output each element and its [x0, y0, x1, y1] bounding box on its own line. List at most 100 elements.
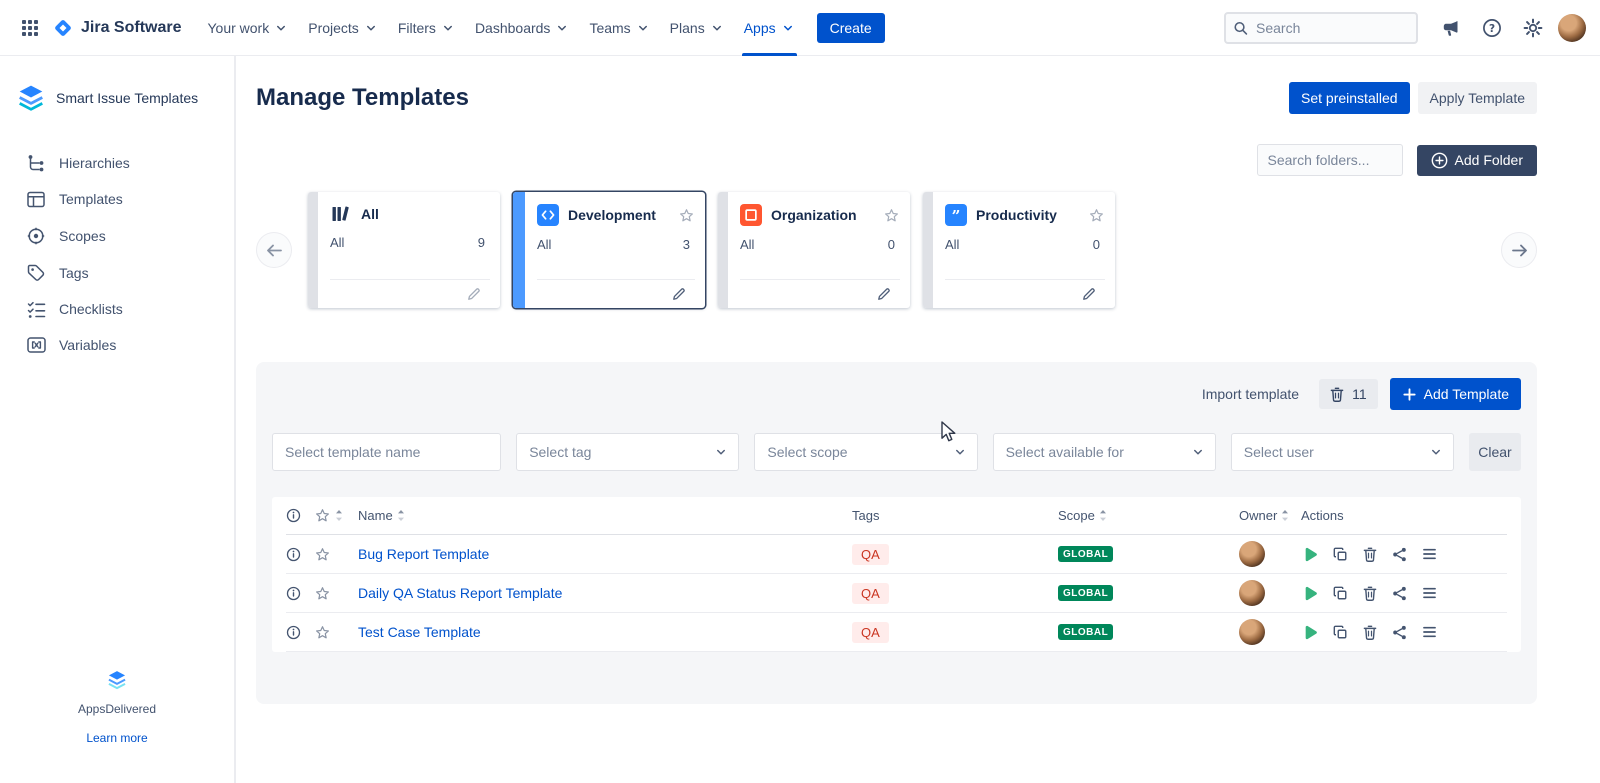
import-template-link[interactable]: Import template: [1202, 386, 1299, 402]
share-template-icon[interactable]: [1392, 625, 1407, 640]
nav-item-teams[interactable]: Teams: [579, 0, 659, 56]
scope-column-header[interactable]: Scope: [1058, 508, 1239, 523]
sidebar-item-templates[interactable]: Templates: [0, 181, 234, 217]
folder-card-organization[interactable]: OrganizationAll0: [718, 192, 910, 308]
favorite-star-icon[interactable]: [1088, 207, 1105, 224]
app-name: Jira Software: [81, 19, 181, 37]
run-template-icon[interactable]: [1301, 585, 1318, 602]
folder-card-productivity[interactable]: ”ProductivityAll0: [923, 192, 1115, 308]
app-switcher-icon[interactable]: [14, 12, 46, 44]
info-icon[interactable]: [286, 586, 301, 601]
nav-item-apps[interactable]: Apps: [734, 0, 805, 56]
filter-select-user[interactable]: Select user: [1231, 433, 1454, 471]
nav-item-plans[interactable]: Plans: [660, 0, 734, 56]
name-column-header[interactable]: Name: [358, 508, 852, 523]
sidebar-item-scopes[interactable]: Scopes: [0, 217, 234, 254]
favorite-star-icon[interactable]: [314, 546, 331, 563]
share-template-icon[interactable]: [1392, 547, 1407, 562]
user-avatar[interactable]: [1558, 14, 1586, 42]
favorite-column-header[interactable]: [314, 507, 358, 524]
filter-select-scope[interactable]: Select scope: [754, 433, 977, 471]
clear-filters-button[interactable]: Clear: [1469, 433, 1521, 471]
template-name-link[interactable]: Daily QA Status Report Template: [358, 585, 562, 601]
delete-template-icon[interactable]: [1363, 547, 1377, 562]
nav-item-projects[interactable]: Projects: [298, 0, 388, 56]
share-template-icon[interactable]: [1392, 586, 1407, 601]
template-name-link[interactable]: Bug Report Template: [358, 546, 489, 562]
chevron-down-icon: [364, 21, 378, 35]
scope-badge: GLOBAL: [1058, 546, 1113, 562]
folder-search-input[interactable]: [1257, 144, 1403, 176]
trash-bin-button[interactable]: 11: [1319, 379, 1378, 409]
announcements-icon[interactable]: [1435, 12, 1467, 44]
template-name-link[interactable]: Test Case Template: [358, 624, 481, 640]
nav-item-filters[interactable]: Filters: [388, 0, 465, 56]
edit-folder-icon[interactable]: [1082, 287, 1096, 301]
folder-card-development[interactable]: DevelopmentAll3: [513, 192, 705, 308]
owner-column-header[interactable]: Owner: [1239, 508, 1301, 523]
carousel-next-button[interactable]: [1501, 232, 1537, 268]
sidebar-item-checklists[interactable]: Checklists: [0, 291, 234, 327]
books-icon: [330, 204, 352, 224]
delete-template-icon[interactable]: [1363, 625, 1377, 640]
quote-icon: ”: [945, 204, 967, 226]
sidebar-item-tags[interactable]: Tags: [0, 254, 234, 291]
nav-item-your-work[interactable]: Your work: [197, 0, 298, 56]
favorite-star-icon[interactable]: [314, 624, 331, 641]
carousel-prev-button[interactable]: [256, 232, 292, 268]
copy-template-icon[interactable]: [1333, 625, 1348, 640]
smart-issue-templates-logo-icon: [16, 84, 46, 112]
tag-badge[interactable]: QA: [852, 622, 889, 643]
folder-accent-bar: [718, 192, 728, 308]
sidebar-item-variables[interactable]: Variables: [0, 327, 234, 362]
owner-avatar[interactable]: [1239, 541, 1265, 567]
add-template-button[interactable]: Add Template: [1390, 378, 1521, 410]
tag-badge[interactable]: QA: [852, 583, 889, 604]
folder-name: Development: [568, 207, 669, 223]
nav-item-label: Apps: [744, 20, 776, 36]
info-icon[interactable]: [286, 547, 301, 562]
filter-template-name-input[interactable]: [272, 433, 501, 471]
tag-badge[interactable]: QA: [852, 544, 889, 565]
edit-folder-icon[interactable]: [877, 287, 891, 301]
add-folder-button[interactable]: Add Folder: [1417, 145, 1537, 176]
chevron-down-icon: [781, 21, 795, 35]
nav-item-label: Teams: [589, 20, 630, 36]
nav-item-dashboards[interactable]: Dashboards: [465, 0, 580, 56]
favorite-star-icon[interactable]: [314, 585, 331, 602]
filter-select-available-for[interactable]: Select available for: [993, 433, 1216, 471]
sidebar-item-hierarchies[interactable]: Hierarchies: [0, 144, 234, 181]
delete-template-icon[interactable]: [1363, 586, 1377, 601]
copy-template-icon[interactable]: [1333, 586, 1348, 601]
edit-folder-icon[interactable]: [467, 287, 481, 301]
app-home-link[interactable]: Smart Issue Templates: [0, 56, 234, 144]
owner-avatar[interactable]: [1239, 580, 1265, 606]
settings-gear-icon[interactable]: [1517, 12, 1549, 44]
create-button[interactable]: Create: [817, 13, 885, 43]
edit-folder-icon[interactable]: [672, 287, 686, 301]
more-actions-icon[interactable]: [1422, 587, 1437, 599]
help-icon[interactable]: ?: [1476, 12, 1508, 44]
favorite-star-icon[interactable]: [678, 207, 695, 224]
sort-icon: [1099, 509, 1107, 522]
apply-template-button[interactable]: Apply Template: [1418, 82, 1537, 114]
chevron-down-icon: [555, 21, 569, 35]
more-actions-icon[interactable]: [1422, 548, 1437, 560]
search-icon: [1233, 20, 1248, 35]
chevron-down-icon: [714, 445, 728, 459]
global-search-input[interactable]: [1224, 12, 1418, 44]
filter-select-tag[interactable]: Select tag: [516, 433, 739, 471]
set-preinstalled-button[interactable]: Set preinstalled: [1289, 82, 1410, 114]
run-template-icon[interactable]: [1301, 624, 1318, 641]
jira-logo[interactable]: Jira Software: [52, 17, 181, 39]
copy-template-icon[interactable]: [1333, 547, 1348, 562]
info-icon[interactable]: [286, 625, 301, 640]
favorite-star-icon[interactable]: [883, 207, 900, 224]
learn-more-link[interactable]: Learn more: [86, 731, 147, 745]
sort-icon: [397, 509, 405, 522]
sort-icon: [335, 509, 343, 522]
folder-card-all[interactable]: AllAll9: [308, 192, 500, 308]
owner-avatar[interactable]: [1239, 619, 1265, 645]
run-template-icon[interactable]: [1301, 546, 1318, 563]
more-actions-icon[interactable]: [1422, 626, 1437, 638]
